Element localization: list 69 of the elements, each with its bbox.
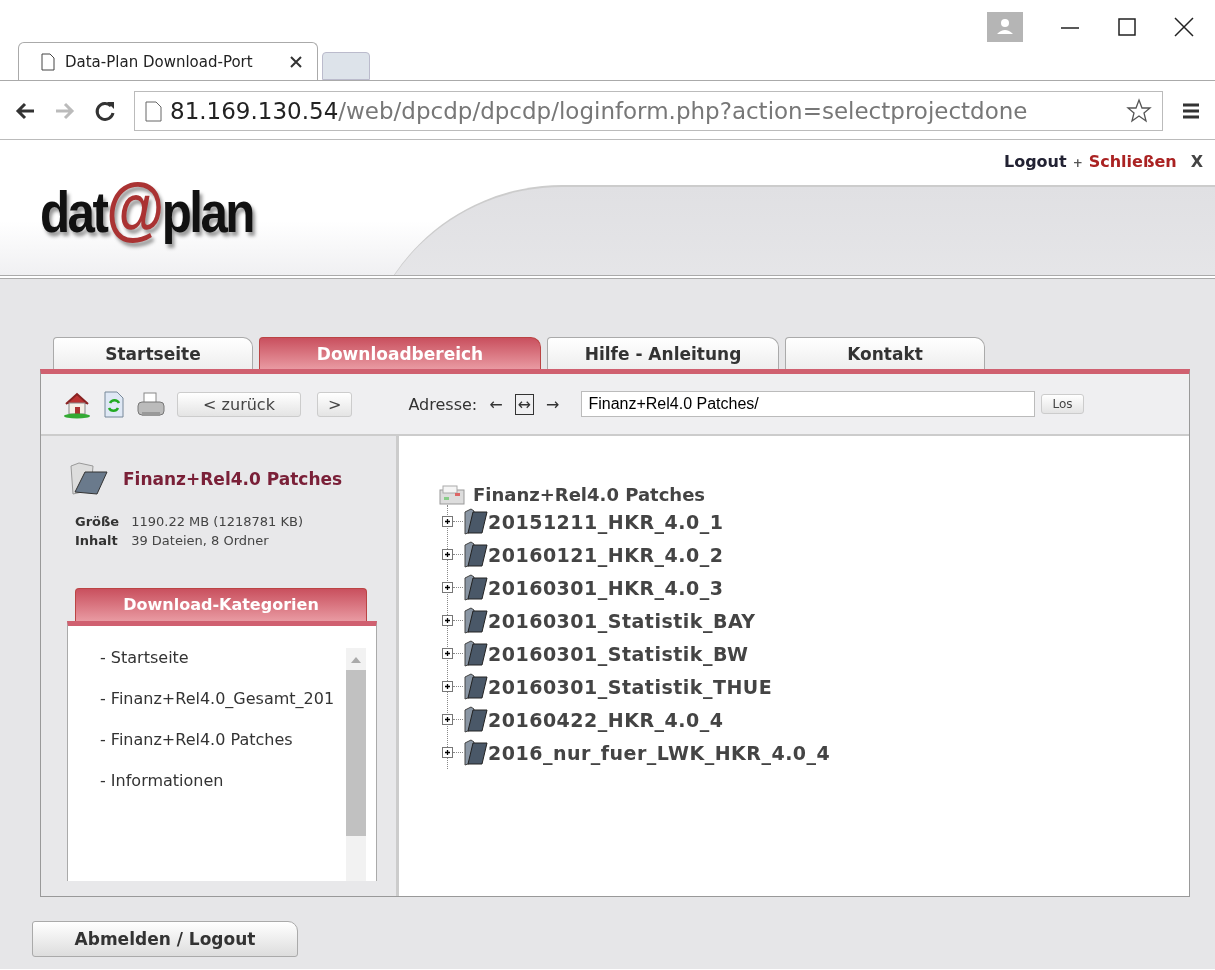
back-button[interactable]: < zurück (177, 391, 301, 417)
page-icon (145, 100, 162, 122)
nav-tab[interactable]: Kontakt (785, 337, 985, 369)
folder-icon (463, 607, 488, 634)
tree-item[interactable]: 20160422_HKR_4.0_4 (488, 708, 724, 731)
nav-left-arrow[interactable]: ← (489, 394, 503, 414)
expand-icon[interactable] (442, 549, 453, 560)
go-button[interactable]: Los (1041, 394, 1084, 414)
nav-tab[interactable]: Startseite (53, 337, 253, 369)
expand-icon[interactable] (442, 648, 453, 659)
address-label: Adresse: (408, 394, 478, 414)
expand-icon[interactable] (442, 747, 453, 758)
expand-icon[interactable] (442, 714, 453, 725)
folder-icon (463, 508, 488, 535)
star-icon[interactable] (1126, 98, 1152, 124)
folder-icon (463, 739, 488, 766)
tree-item[interactable]: 20160121_HKR_4.0_2 (488, 543, 724, 566)
folder-icon (463, 673, 488, 700)
back-arrow-icon[interactable] (14, 100, 36, 122)
scroll-thumb[interactable] (346, 670, 366, 836)
folder-icon (463, 706, 488, 733)
logout-button[interactable]: Abmelden / Logout (32, 921, 298, 957)
info-value: 39 Dateien, 8 Ordner (131, 533, 270, 548)
folder-title: Finanz+Rel4.0 Patches (123, 469, 343, 489)
separator: + (1072, 156, 1083, 170)
category-link[interactable]: - Finanz+Rel4.0_Gesamt_201 (88, 689, 346, 708)
expand-icon[interactable] (442, 681, 453, 692)
expand-icon[interactable] (442, 582, 453, 593)
category-link[interactable]: - Informationen (88, 771, 346, 790)
logout-link[interactable]: Logout (1003, 152, 1067, 171)
folder-icon (463, 640, 488, 667)
info-value: 1190.22 MB (1218781 KB) (131, 514, 303, 529)
tree-item[interactable]: 20160301_Statistik_THUE (488, 675, 773, 698)
tree-item[interactable]: 20160301_Statistik_BAY (488, 609, 756, 632)
close-icon[interactable] (1173, 16, 1195, 38)
tree-item[interactable]: 20151211_HKR_4.0_1 (488, 510, 724, 533)
forward-button[interactable]: > (317, 391, 353, 417)
info-label: Inhalt (75, 533, 119, 548)
url-text: 81.169.130.54/web/dpcdp/dpcdp/loginform.php?action=selectprojectdone (170, 98, 1028, 124)
info-label: Größe (75, 514, 120, 529)
address-bar[interactable]: 81.169.130.54/web/dpcdp/dpcdp/loginform.php?action=selectprojectdone (134, 91, 1163, 131)
folder-icon (463, 574, 488, 601)
close-icon[interactable] (289, 54, 303, 69)
refresh-icon[interactable] (103, 390, 125, 418)
address-field[interactable]: Finanz+Rel4.0 Patches/ (581, 391, 1036, 417)
tree-item[interactable]: 2016_nur_fuer_LWK_HKR_4.0_4 (488, 741, 831, 764)
maximize-icon[interactable] (1117, 17, 1137, 37)
expand-icon[interactable] (442, 516, 453, 527)
category-link[interactable]: - Finanz+Rel4.0 Patches (88, 730, 346, 749)
logo: dat@plan (40, 168, 253, 248)
folder-icon (69, 462, 109, 496)
folder-icon (463, 541, 488, 568)
category-header: Download-Kategorien (75, 588, 367, 621)
category-link[interactable]: - Startseite (88, 648, 346, 667)
nav-right-arrow[interactable]: → (546, 394, 560, 414)
reload-icon[interactable] (94, 100, 116, 122)
close-link[interactable]: Schließen (1088, 152, 1177, 171)
scrollbar[interactable] (346, 648, 366, 881)
expand-icon[interactable] (442, 615, 453, 626)
tab-title: Data-Plan Download-Port (65, 52, 254, 71)
nav-tab[interactable]: Hilfe - Anleitung (547, 337, 779, 369)
drive-icon (439, 484, 465, 505)
tree-item[interactable]: 20160301_HKR_4.0_3 (488, 576, 724, 599)
browser-tab[interactable]: Data-Plan Download-Port (18, 42, 318, 80)
printer-icon[interactable] (137, 391, 165, 417)
close-link[interactable]: X (1190, 152, 1203, 171)
tree-root[interactable]: Finanz+Rel4.0 Patches (473, 484, 706, 505)
tree-item[interactable]: 20160301_Statistik_BW (488, 642, 749, 665)
page-icon (41, 52, 55, 71)
